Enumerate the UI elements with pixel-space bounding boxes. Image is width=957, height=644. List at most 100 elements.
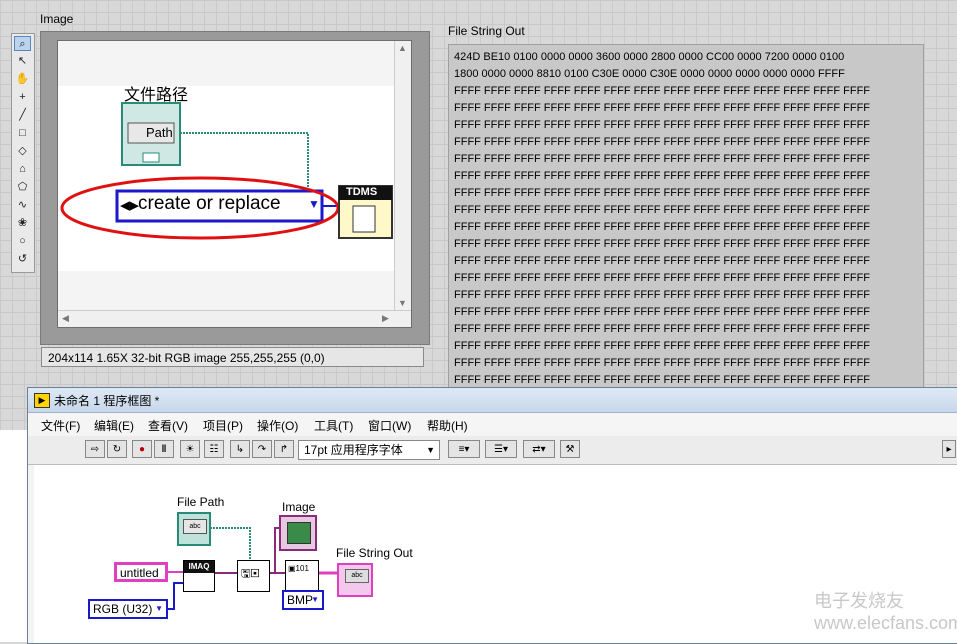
binary-icon: ▣101 — [288, 564, 309, 573]
image-horizontal-scrollbar[interactable]: ◀ ▶ — [58, 310, 411, 327]
distribute-objects-icon[interactable]: ☰▾ — [485, 440, 517, 458]
path-box-text: Path — [146, 125, 173, 140]
freehand-tool-icon[interactable]: ∿ — [14, 198, 31, 213]
ring-text: create or replace — [138, 193, 281, 214]
file-string-line: FFFF FFFF FFFF FFFF FFFF FFFF FFFF FFFF … — [454, 153, 871, 165]
scroll-left-icon[interactable]: ◀ — [58, 311, 73, 326]
highlight-execution-icon[interactable]: ☀ — [180, 440, 200, 458]
menu-operate[interactable]: 操作(O) — [257, 417, 298, 434]
step-into-icon[interactable]: ↳ — [230, 440, 250, 458]
chevron-down-icon: ▼ — [311, 595, 319, 604]
file-string-line: FFFF FFFF FFFF FFFF FFFF FFFF FFFF FFFF … — [454, 272, 871, 284]
bmp-text: BMP — [287, 593, 314, 607]
toolbar: ⇨ ↻ ● ‖ ☀ ☷ ↳ ↷ ↱ 17pt 应用程序字体 ▼ ≡▾ ☰▾ ⇄▾… — [28, 436, 957, 465]
image-vertical-scrollbar[interactable]: ▲ ▼ — [394, 41, 411, 311]
pause-icon[interactable]: ‖ — [154, 440, 174, 458]
step-out-icon[interactable]: ↱ — [274, 440, 294, 458]
file-string-line: FFFF FFFF FFFF FFFF FFFF FFFF FFFF FFFF … — [454, 289, 871, 301]
zoom-tool-icon[interactable]: ⌕ — [14, 36, 31, 51]
rgb-enum-constant[interactable]: RGB (U32) ▼ — [88, 599, 168, 619]
freehand-region-tool-icon[interactable]: ❀ — [14, 216, 31, 231]
chevron-down-icon: ▼ — [426, 445, 435, 455]
window-title: 未命名 1 程序框图 * — [54, 394, 160, 408]
labview-app-icon: ▶ — [34, 393, 50, 408]
file-string-line: FFFF FFFF FFFF FFFF FFFF FFFF FFFF FFFF … — [454, 119, 871, 131]
reorder-icon[interactable]: ⇄▾ — [523, 440, 555, 458]
clean-up-diagram-icon[interactable]: ⚒ — [560, 440, 580, 458]
rectangle-tool-icon[interactable]: □ — [14, 126, 31, 141]
abort-icon[interactable]: ● — [132, 440, 152, 458]
image-tools-palette: ⌕ ↖ ✋ + ╱ □ ◇ ⌂ ⬠ ∿ ❀ ○ ↺ — [11, 33, 35, 273]
point-tool-icon[interactable]: + — [14, 90, 31, 105]
file-string-line: FFFF FFFF FFFF FFFF FFFF FFFF FFFF FFFF … — [454, 221, 871, 233]
annulus-tool-icon[interactable]: ⌂ — [14, 162, 31, 177]
scroll-down-icon[interactable]: ▼ — [395, 296, 410, 311]
file-string-out-label: File String Out — [448, 24, 525, 38]
font-select[interactable]: 17pt 应用程序字体 ▼ — [298, 440, 440, 460]
file-string-line: FFFF FFFF FFFF FFFF FFFF FFFF FFFF FFFF … — [454, 204, 871, 216]
file-string-line: FFFF FFFF FFFF FFFF FFFF FFFF FFFF FFFF … — [454, 238, 871, 250]
menu-edit[interactable]: 编辑(E) — [94, 417, 134, 434]
image-status-bar: 204x114 1.65X 32-bit RGB image 255,255,2… — [41, 347, 424, 367]
menu-help[interactable]: 帮助(H) — [427, 417, 468, 434]
run-arrow-icon[interactable]: ⇨ — [85, 440, 105, 458]
menu-project[interactable]: 项目(P) — [203, 417, 243, 434]
scroll-right-icon[interactable]: ▶ — [378, 311, 393, 326]
block-diagram-canvas[interactable]: File Path abc Image File String Out abc … — [34, 465, 957, 643]
window-titlebar: ▶ 未命名 1 程序框图 * — [28, 388, 957, 413]
image-content — [58, 41, 394, 311]
ring-arrows-icon: ◂▸ — [120, 195, 140, 216]
align-objects-icon[interactable]: ≡▾ — [448, 440, 480, 458]
image-picture-icon — [287, 522, 311, 544]
pan-tool-icon[interactable]: ✋ — [14, 72, 31, 87]
file-string-line: FFFF FFFF FFFF FFFF FFFF FFFF FFFF FFFF … — [454, 340, 871, 352]
file-string-out-terminal-label: File String Out — [336, 546, 413, 560]
file-path-abc: abc — [183, 519, 207, 534]
menu-view[interactable]: 查看(V) — [148, 417, 188, 434]
retain-wire-values-icon[interactable]: ☷ — [204, 440, 224, 458]
selection-tool-icon[interactable]: ↖ — [14, 54, 31, 69]
file-string-line: FFFF FFFF FFFF FFFF FFFF FFFF FFFF FFFF … — [454, 255, 871, 267]
flatten-image-to-string-node[interactable]: ▣101 — [285, 560, 319, 592]
path-caption: 文件路径 — [124, 87, 189, 104]
file-string-line: FFFF FFFF FFFF FFFF FFFF FFFF FFFF FFFF … — [454, 323, 871, 335]
file-string-line: FFFF FFFF FFFF FFFF FFFF FFFF FFFF FFFF … — [454, 136, 871, 148]
untitled-string-constant[interactable]: untitled — [114, 562, 168, 582]
imaq-write-file-node[interactable]: 🖫▣ — [237, 560, 270, 592]
file-path-label: File Path — [177, 495, 225, 509]
file-string-out-abc: abc — [345, 569, 369, 583]
file-string-line: FFFF FFFF FFFF FFFF FFFF FFFF FFFF FFFF … — [454, 357, 871, 369]
run-continuously-icon[interactable]: ↻ — [107, 440, 127, 458]
step-over-icon[interactable]: ↷ — [252, 440, 272, 458]
line-tool-icon[interactable]: ╱ — [14, 108, 31, 123]
imaq-create-node[interactable]: IMAQ — [183, 560, 215, 592]
front-panel-edge — [0, 430, 28, 642]
imaq-label: IMAQ — [184, 561, 214, 573]
menu-file[interactable]: 文件(F) — [41, 417, 80, 434]
ring-dropdown-icon: ▼ — [308, 197, 320, 211]
file-string-line: FFFF FFFF FFFF FFFF FFFF FFFF FFFF FFFF … — [454, 170, 871, 182]
rotated-rectangle-tool-icon[interactable]: ◇ — [14, 144, 31, 159]
file-path-control[interactable]: abc — [177, 512, 211, 546]
tdms-label: TDMS — [346, 186, 378, 198]
polygon-tool-icon[interactable]: ⬠ — [14, 180, 31, 195]
image-display-frame: 文件路径 Path ◂▸ create or replace ▼ TDMS ▲ … — [40, 31, 430, 345]
block-diagram-window: ▶ 未命名 1 程序框图 * 文件(F) 编辑(E) 查看(V) 项目(P) 操… — [27, 387, 957, 644]
file-string-line: FFFF FFFF FFFF FFFF FFFF FFFF FFFF FFFF … — [454, 102, 871, 114]
file-string-line: FFFF FFFF FFFF FFFF FFFF FFFF FFFF FFFF … — [454, 85, 871, 97]
broken-line-tool-icon[interactable]: ↺ — [14, 252, 31, 267]
menu-window[interactable]: 窗口(W) — [368, 417, 411, 434]
bmp-enum-constant[interactable]: BMP ▼ — [282, 590, 324, 610]
image-indicator-terminal[interactable] — [279, 515, 317, 551]
file-string-out-indicator[interactable]: 424D BE10 0100 0000 0000 3600 0000 2800 … — [448, 44, 924, 389]
toolbar-overflow-icon[interactable]: ▸ — [942, 440, 956, 458]
image-display[interactable]: 文件路径 Path ◂▸ create or replace ▼ TDMS ▲ … — [57, 40, 412, 328]
watermark: 电子发烧友 www.elecfans.com — [814, 591, 957, 633]
scroll-up-icon[interactable]: ▲ — [395, 41, 410, 56]
file-string-out-terminal[interactable]: abc — [337, 563, 373, 597]
file-string-line: 424D BE10 0100 0000 0000 3600 0000 2800 … — [454, 51, 845, 63]
menu-bar: 文件(F) 编辑(E) 查看(V) 项目(P) 操作(O) 工具(T) 窗口(W… — [28, 413, 957, 435]
oval-tool-icon[interactable]: ○ — [14, 234, 31, 249]
menu-tools[interactable]: 工具(T) — [314, 417, 353, 434]
file-string-line: FFFF FFFF FFFF FFFF FFFF FFFF FFFF FFFF … — [454, 187, 871, 199]
